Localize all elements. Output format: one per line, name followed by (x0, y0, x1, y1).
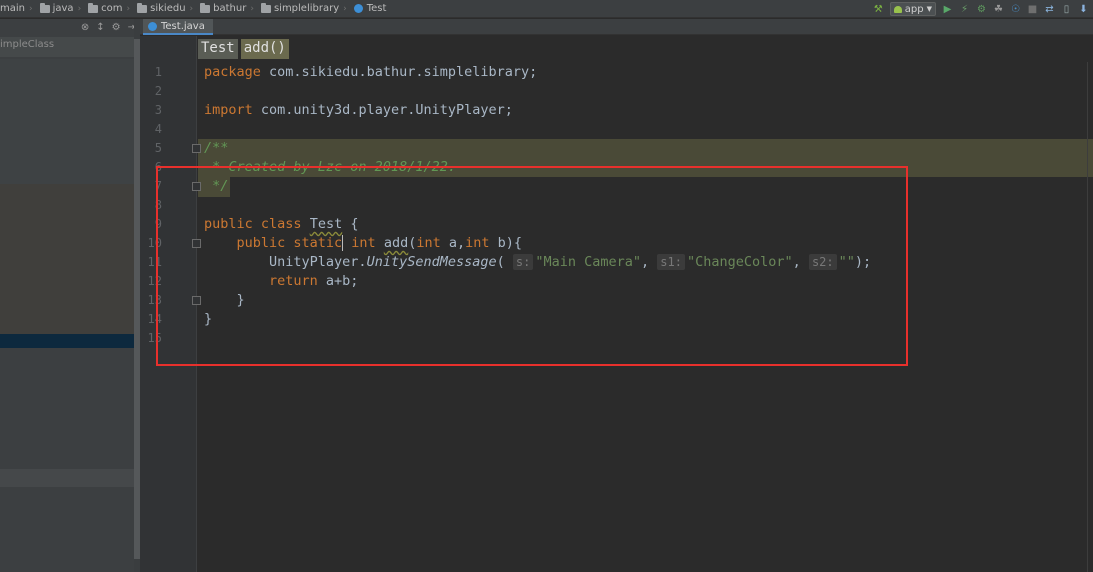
code-line-3[interactable]: import com.unity3d.player.UnityPlayer; (204, 101, 513, 120)
fold-marker-icon[interactable] (192, 144, 201, 153)
hammer-icon[interactable]: ⚒ (873, 4, 884, 15)
avd-icon[interactable]: ▯ (1061, 4, 1072, 15)
keyword: import (204, 102, 253, 118)
tree-area-middle[interactable] (0, 184, 135, 334)
breadcrumb-com[interactable]: com › (88, 0, 137, 18)
breadcrumb-main[interactable]: main › (0, 0, 40, 18)
collapse-icon[interactable]: ↕ (96, 22, 104, 33)
debug-icon[interactable]: ⚡ (959, 4, 970, 15)
folder-icon (260, 2, 271, 13)
tab-test-java[interactable]: Test.java (143, 19, 213, 35)
tab-label: Test.java (161, 20, 205, 32)
breadcrumb-label: main (0, 3, 25, 14)
run-config-select[interactable]: app ▼ (889, 2, 936, 16)
main-toolbar: ⚒ app ▼ ▶ ⚡ ⚙ ☘ ☉ ■ ⇄ ▯ ⬇ (873, 0, 1093, 18)
editor-breadcrumb-method[interactable]: add() (240, 39, 289, 59)
folder-icon (200, 2, 211, 13)
class-icon (148, 21, 157, 31)
tree-area-upper[interactable] (0, 59, 135, 184)
profile-icon[interactable]: ☘ (993, 4, 1004, 15)
editor-tab-bar: Test.java (140, 19, 1093, 35)
folder-icon (137, 2, 148, 13)
code-text: com.unity3d.player.UnityPlayer; (252, 102, 513, 118)
line-number: 1 (154, 65, 162, 79)
tree-area-bottom[interactable] (0, 469, 135, 487)
breadcrumb-bathur[interactable]: bathur › (200, 0, 261, 18)
breadcrumb-separator-icon: › (189, 3, 194, 14)
navigation-bar: main › java › com › sikiedu › bathur › s… (0, 0, 1093, 18)
breadcrumb-separator-icon: › (77, 3, 82, 14)
breadcrumb-label: bathur (213, 3, 247, 14)
breadcrumb-separator-icon: › (29, 3, 33, 14)
project-panel-header: impleClass (0, 37, 135, 57)
settings-icon[interactable]: ⊗ (81, 22, 89, 33)
breadcrumb-simplelibrary[interactable]: simplelibrary › (260, 0, 354, 18)
class-icon (353, 4, 363, 13)
line-number: 2 (154, 84, 162, 98)
folder-icon (39, 2, 50, 13)
android-icon (893, 5, 902, 13)
project-panel-toolbar: ⊗ ↕ ⚙ ⇥ (0, 19, 140, 36)
breadcrumb-label: simplelibrary (273, 3, 340, 14)
breadcrumb-label: java (52, 3, 74, 14)
breadcrumb-java[interactable]: java › (39, 0, 89, 18)
breadcrumb-separator-icon: › (250, 3, 254, 14)
chevron-down-icon: ▼ (926, 5, 932, 13)
breadcrumb-label: sikiedu (150, 3, 186, 14)
run-icon[interactable]: ▶ (942, 4, 953, 15)
coverage-icon[interactable]: ⚙ (976, 4, 987, 15)
gear-icon[interactable]: ⚙ (112, 22, 121, 33)
annotation-rectangle (156, 166, 908, 366)
folder-icon (88, 2, 99, 13)
breadcrumb-label: com (101, 3, 123, 14)
code-line-1[interactable]: package com.sikiedu.bathur.simplelibrary… (204, 63, 537, 82)
editor-breadcrumb-class[interactable]: Test (198, 39, 238, 59)
stop-icon[interactable]: ■ (1027, 4, 1038, 15)
sdk-icon[interactable]: ⬇ (1078, 4, 1089, 15)
project-panel: ⊗ ↕ ⚙ ⇥ impleClass (0, 19, 140, 572)
breadcrumb-separator-icon: › (126, 3, 131, 14)
line-number: 5 (154, 141, 162, 155)
sync-icon[interactable]: ⇄ (1044, 4, 1055, 15)
right-margin-guide (1087, 62, 1088, 572)
tree-row-selected[interactable] (0, 334, 135, 348)
breadcrumb-test[interactable]: Test (353, 0, 391, 18)
breadcrumb-separator-icon: › (343, 3, 347, 14)
breadcrumb-sikiedu[interactable]: sikiedu › (137, 0, 200, 18)
code-line-5[interactable]: /** (204, 139, 228, 158)
attach-debugger-icon[interactable]: ☉ (1010, 4, 1021, 15)
breadcrumb-label: Test (366, 3, 387, 14)
line-number: 4 (154, 122, 162, 136)
line-number: 3 (154, 103, 162, 117)
code-text: com.sikiedu.bathur.simplelibrary; (260, 64, 538, 80)
run-config-label: app (904, 3, 924, 15)
project-panel-title: impleClass (0, 39, 55, 50)
keyword: package (204, 64, 261, 80)
editor-breadcrumb: Test add() (198, 39, 289, 59)
